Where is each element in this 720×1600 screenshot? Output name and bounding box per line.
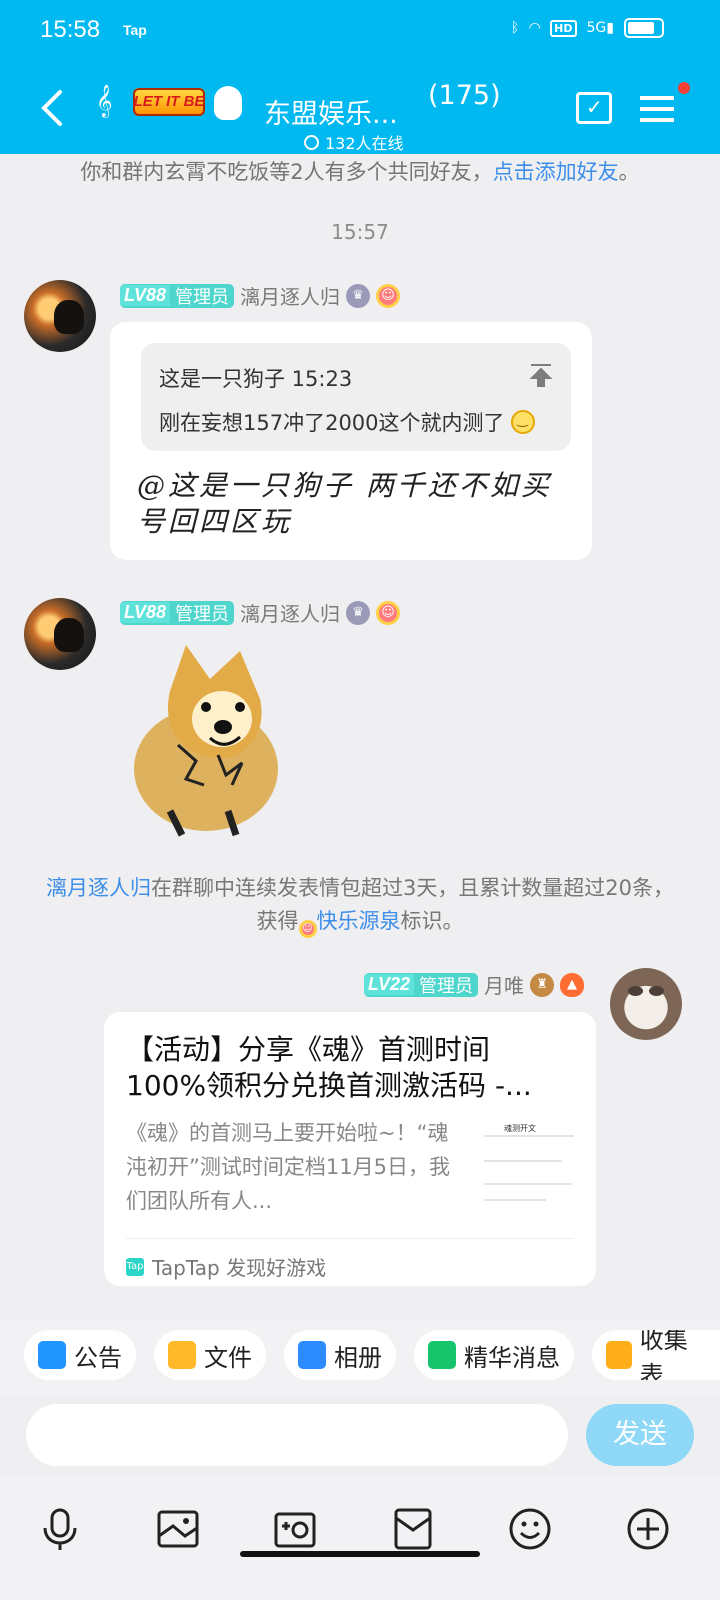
sender-info: LV88 管理员 漓月逐人归 ♛ ☺ [120, 598, 401, 627]
folder-icon [168, 1341, 196, 1369]
flower-badge-icon: ☺ [376, 283, 401, 308]
tap-notification-icon: Tap [123, 22, 147, 38]
friend-tip: 你和群内玄霄不吃饭等2人有多个共同好友，点击添加好友。 [80, 160, 640, 184]
card-thumbnail: 魂测开文 [484, 1115, 574, 1215]
plus-icon[interactable] [625, 1506, 671, 1552]
avatar[interactable] [24, 598, 96, 670]
online-icon [304, 134, 319, 150]
clipboard-icon [606, 1341, 632, 1369]
camera-icon[interactable] [272, 1506, 318, 1552]
battery-icon [624, 18, 664, 38]
avatar[interactable] [610, 968, 682, 1040]
notification-dot [678, 82, 690, 94]
system-message: 漓月逐人归在群聊中连续发表情包超过3天，且累计数量超过20条，获得 ☺ 快乐源泉标识… [40, 872, 680, 938]
crown-badge-icon: ♛ [346, 600, 371, 625]
group-title[interactable]: 东盟娱乐... [264, 92, 398, 131]
calendar-icon[interactable] [576, 92, 612, 124]
taptap-icon: Tap [126, 1257, 144, 1276]
level-badge: LV22 管理员 [364, 972, 479, 997]
ear-icon[interactable]: 𝄞 [96, 84, 113, 118]
sender-name[interactable]: 漓月逐人归 [240, 598, 340, 627]
collection-form-button[interactable]: 收集表 [592, 1330, 720, 1380]
sender-info: LV88 管理员 漓月逐人归 ♛ ☺ [120, 281, 401, 310]
message-text: @这是一只狗子 两千还不如买号回四区玩 [137, 469, 552, 538]
card-source: Tap TapTap 发现好游戏 [126, 1256, 327, 1280]
card-divider [126, 1238, 574, 1239]
qq-penguin-icon [214, 86, 242, 120]
group-logo: LET IT BE [133, 88, 205, 116]
announcement-icon [38, 1341, 66, 1369]
trophy-badge-icon: ♜ [530, 972, 555, 997]
share-card[interactable]: 【活动】分享《魂》首测时间100%领积分兑换首测激活码 -... 《魂》的首测马… [104, 1012, 596, 1286]
level-badge: LV88 管理员 [120, 283, 235, 308]
flower-badge-icon: ☺ [376, 600, 401, 625]
send-button[interactable]: 发送 [586, 1404, 694, 1466]
quote-header: 这是一只狗子 15:23 [159, 367, 353, 391]
album-button[interactable]: 相册 [284, 1330, 396, 1380]
chat-header: 𝄞 LET IT BE 东盟娱乐... (175) 132人在线 [0, 62, 720, 154]
image-icon[interactable] [155, 1506, 201, 1552]
wifi-icon: ◜◝ [529, 20, 541, 36]
bluetooth-icon: ᛒ [510, 20, 520, 36]
quick-tools: 公告 文件 相册 精华消息 收集表 [0, 1320, 720, 1396]
add-friend-link[interactable]: 点击添加好友 [493, 160, 619, 184]
featured-messages-button[interactable]: 精华消息 [414, 1330, 574, 1380]
red-packet-icon[interactable] [390, 1506, 436, 1552]
doge-sticker[interactable] [128, 637, 282, 837]
smile-icon [511, 410, 536, 434]
menu-icon[interactable] [640, 96, 674, 122]
album-icon [298, 1341, 326, 1369]
message-time: 15:57 [331, 220, 389, 244]
back-icon[interactable] [36, 88, 68, 128]
happy-source-badge-icon: ☺ [298, 919, 317, 938]
level-badge: LV88 管理员 [120, 600, 235, 625]
files-button[interactable]: 文件 [154, 1330, 266, 1380]
announcement-button[interactable]: 公告 [24, 1330, 136, 1380]
quote-body: 刚在妄想157冲了2000这个就内测了 [159, 407, 536, 437]
online-count: 132人在线 [304, 130, 404, 154]
status-icons: ᛒ ◜◝ HD 5G▮ [511, 18, 664, 38]
status-bar: 15:58 Tap ᛒ ◜◝ HD 5G▮ [0, 0, 720, 62]
sender-info: LV22 管理员 月唯 ♜ ▲ [364, 970, 585, 999]
card-title: 【活动】分享《魂》首测时间100%领积分兑换首测激活码 -... [126, 1033, 532, 1102]
microphone-icon[interactable] [37, 1506, 83, 1552]
signal-icon: 5G▮ [586, 20, 614, 36]
hd-icon: HD [550, 19, 577, 37]
featured-icon [428, 1341, 456, 1369]
input-toolbar [0, 1476, 720, 1600]
quoted-message[interactable]: 这是一只狗子 15:23 刚在妄想157冲了2000这个就内测了 [141, 343, 571, 451]
message-input[interactable] [26, 1404, 568, 1466]
home-indicator[interactable] [240, 1551, 480, 1557]
sender-name[interactable]: 月唯 [484, 970, 524, 999]
status-time: 15:58 [40, 16, 101, 43]
member-count[interactable]: (175) [428, 80, 501, 111]
crown-badge-icon: ♛ [346, 283, 371, 308]
avatar[interactable] [24, 280, 96, 352]
jump-to-icon[interactable] [527, 361, 555, 389]
fire-badge-icon: ▲ [560, 972, 585, 997]
emoji-icon[interactable] [507, 1506, 553, 1552]
sender-name[interactable]: 漓月逐人归 [240, 281, 340, 310]
card-description: 《魂》的首测马上要开始啦~！“魂沌初开”测试时间定档11月5日，我们团队所有人.… [126, 1121, 450, 1213]
